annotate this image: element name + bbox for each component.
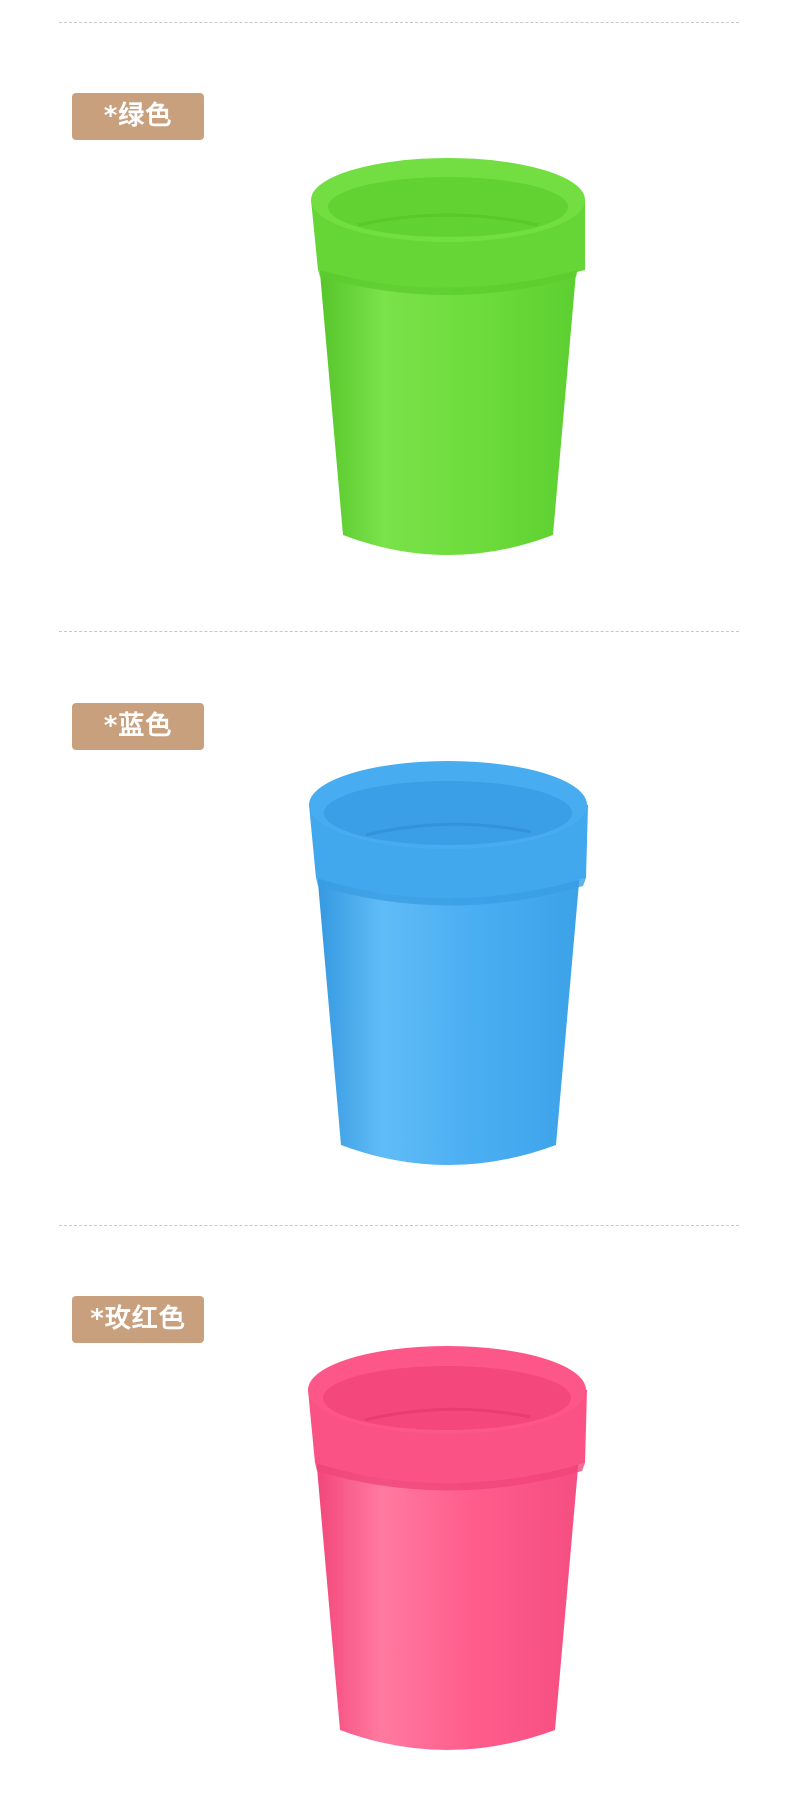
color-label-badge: *绿色	[72, 93, 204, 140]
section-divider	[59, 22, 739, 23]
pink-cup-image	[305, 1345, 595, 1770]
blue-cup-image	[306, 760, 596, 1185]
green-cup-image	[308, 155, 598, 575]
product-color-page: { "colors": [ { "label": "*绿色", "badge_c…	[0, 0, 800, 1809]
section-divider	[59, 631, 739, 632]
color-label-badge: *玫红色	[72, 1296, 204, 1343]
section-divider	[59, 1225, 739, 1226]
color-label-badge: *蓝色	[72, 703, 204, 750]
